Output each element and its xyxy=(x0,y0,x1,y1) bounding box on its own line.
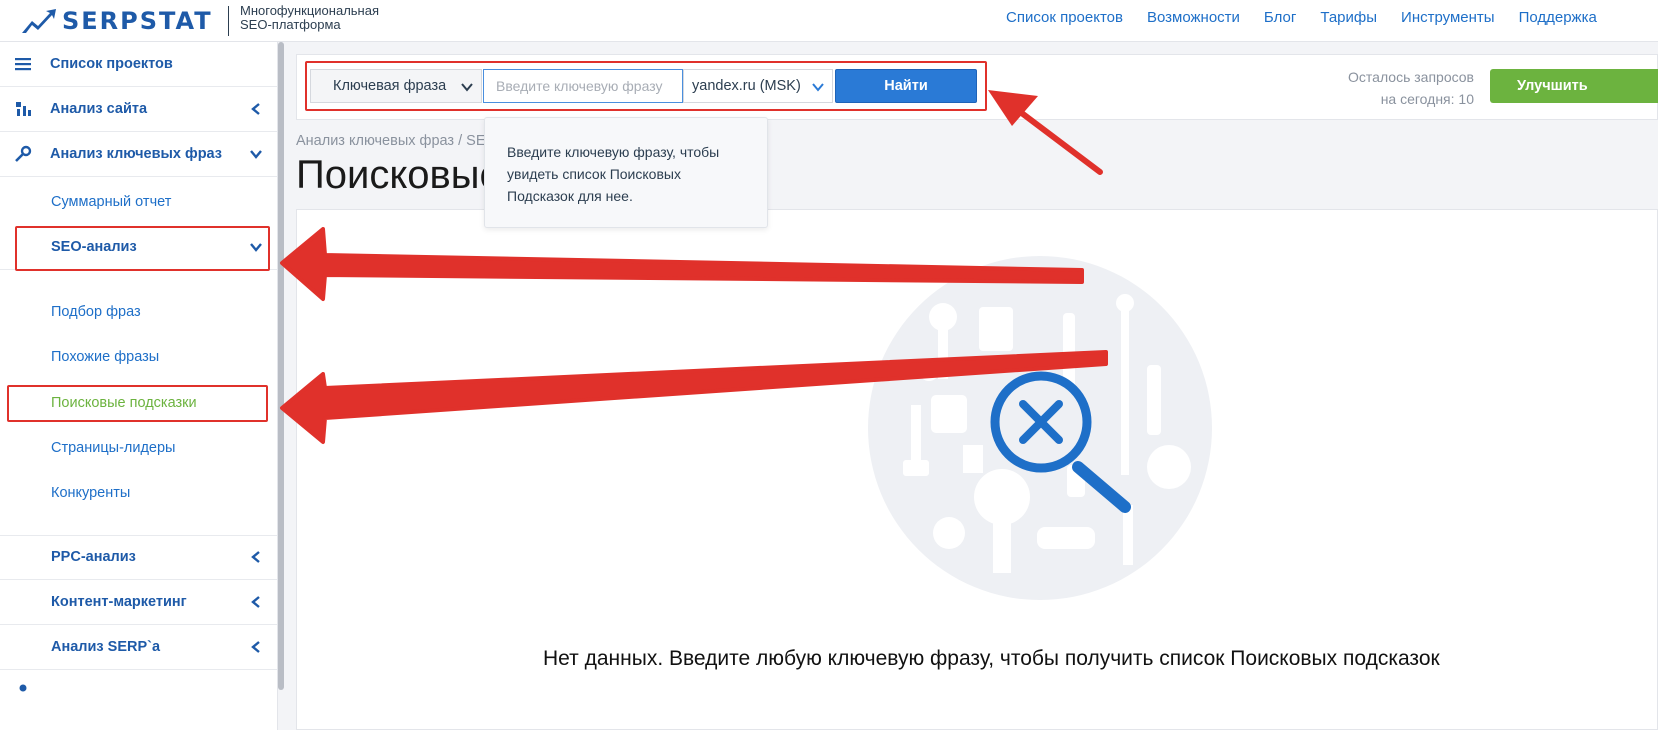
sidebar-item-summary[interactable]: Суммарный отчет xyxy=(0,179,277,224)
logo-text: SERPSTAT xyxy=(62,7,213,35)
sidebar-item-ppc[interactable]: PPC-анализ xyxy=(0,535,277,580)
serpstat-logo[interactable]: SERPSTAT xyxy=(22,6,213,36)
sidebar-item-competitors[interactable]: Конкуренты xyxy=(0,470,277,515)
sidebar-label-similar-phrases: Похожие фразы xyxy=(51,348,160,365)
sidebar-item-similar-phrases[interactable]: Похожие фразы xyxy=(0,334,277,379)
nav-support[interactable]: Поддержка xyxy=(1519,9,1597,26)
sidebar-item-top-pages[interactable]: Страницы-лидеры xyxy=(0,425,277,470)
no-results-illustration xyxy=(868,256,1212,600)
sidebar-label-keyword-analysis: Анализ ключевых фраз xyxy=(50,146,222,162)
sidebar-label-content-marketing: Контент-маркетинг xyxy=(51,594,187,610)
quota-line1: Осталось запросов xyxy=(1348,69,1474,85)
sidebar-scrollbar[interactable] xyxy=(278,42,284,690)
sidebar-label-serp: Анализ SERP`а xyxy=(51,639,161,655)
upgrade-button[interactable]: Улучшить xyxy=(1490,69,1658,103)
nav-tools[interactable]: Инструменты xyxy=(1401,9,1495,26)
logo-divider xyxy=(228,6,229,36)
logo-chart-icon xyxy=(22,9,56,33)
sidebar-label-summary: Суммарный отчет xyxy=(51,193,172,210)
sidebar-label-site-analysis: Анализ сайта xyxy=(50,101,148,117)
tagline: Многофункциональная SEO-платформа xyxy=(240,4,379,32)
site-analysis-icon xyxy=(16,102,31,116)
nav-blog[interactable]: Блог xyxy=(1264,9,1296,26)
chevron-left-icon xyxy=(251,551,260,563)
nav-features[interactable]: Возможности xyxy=(1147,9,1240,26)
search-suggestions-highlight xyxy=(7,385,268,422)
key-icon xyxy=(15,145,32,162)
sidebar-item-site-analysis[interactable]: Анализ сайта xyxy=(0,87,277,132)
sidebar-label-ppc: PPC-анализ xyxy=(51,549,136,565)
chevron-left-icon xyxy=(251,641,260,653)
tagline-line1: Многофункциональная xyxy=(240,3,379,18)
search-hint-tooltip: Введите ключевую фразу, чтобы увидеть сп… xyxy=(484,117,768,228)
seo-analysis-highlight xyxy=(15,226,270,271)
sidebar-label-competitors: Конкуренты xyxy=(51,484,131,501)
user-icon xyxy=(19,684,27,692)
chevron-down-icon xyxy=(250,150,262,159)
sidebar-item-projects[interactable]: Список проектов xyxy=(0,42,277,87)
sidebar-item-serp[interactable]: Анализ SERP`а xyxy=(0,625,277,670)
empty-state-message: Нет данных. Введите любую ключевую фразу… xyxy=(543,647,1440,670)
sidebar-item-phrase-selection[interactable]: Подбор фраз xyxy=(0,289,277,334)
search-bar-highlight xyxy=(305,61,987,111)
sidebar-item-partial[interactable] xyxy=(0,670,277,715)
sidebar-item-content-marketing[interactable]: Контент-маркетинг xyxy=(0,580,277,625)
sidebar-label-top-pages: Страницы-лидеры xyxy=(51,439,176,456)
chevron-left-icon xyxy=(251,596,260,608)
sidebar-item-keyword-analysis[interactable]: Анализ ключевых фраз xyxy=(0,132,277,177)
chevron-left-icon xyxy=(251,103,260,115)
sidebar-label-projects: Список проектов xyxy=(50,56,173,72)
sidebar-label-phrase-selection: Подбор фраз xyxy=(51,303,141,320)
requests-quota: Осталось запросов на сегодня: 10 xyxy=(1330,66,1474,110)
hamburger-icon xyxy=(15,58,31,71)
nav-projects[interactable]: Список проектов xyxy=(1006,9,1123,26)
top-nav: Список проектов Возможности Блог Тарифы … xyxy=(1006,9,1621,26)
quota-line2: на сегодня: 10 xyxy=(1380,91,1474,107)
top-bar: SERPSTAT Многофункциональная SEO-платфор… xyxy=(0,0,1658,42)
nav-pricing[interactable]: Тарифы xyxy=(1320,9,1377,26)
tagline-line2: SEO-платформа xyxy=(240,17,341,32)
